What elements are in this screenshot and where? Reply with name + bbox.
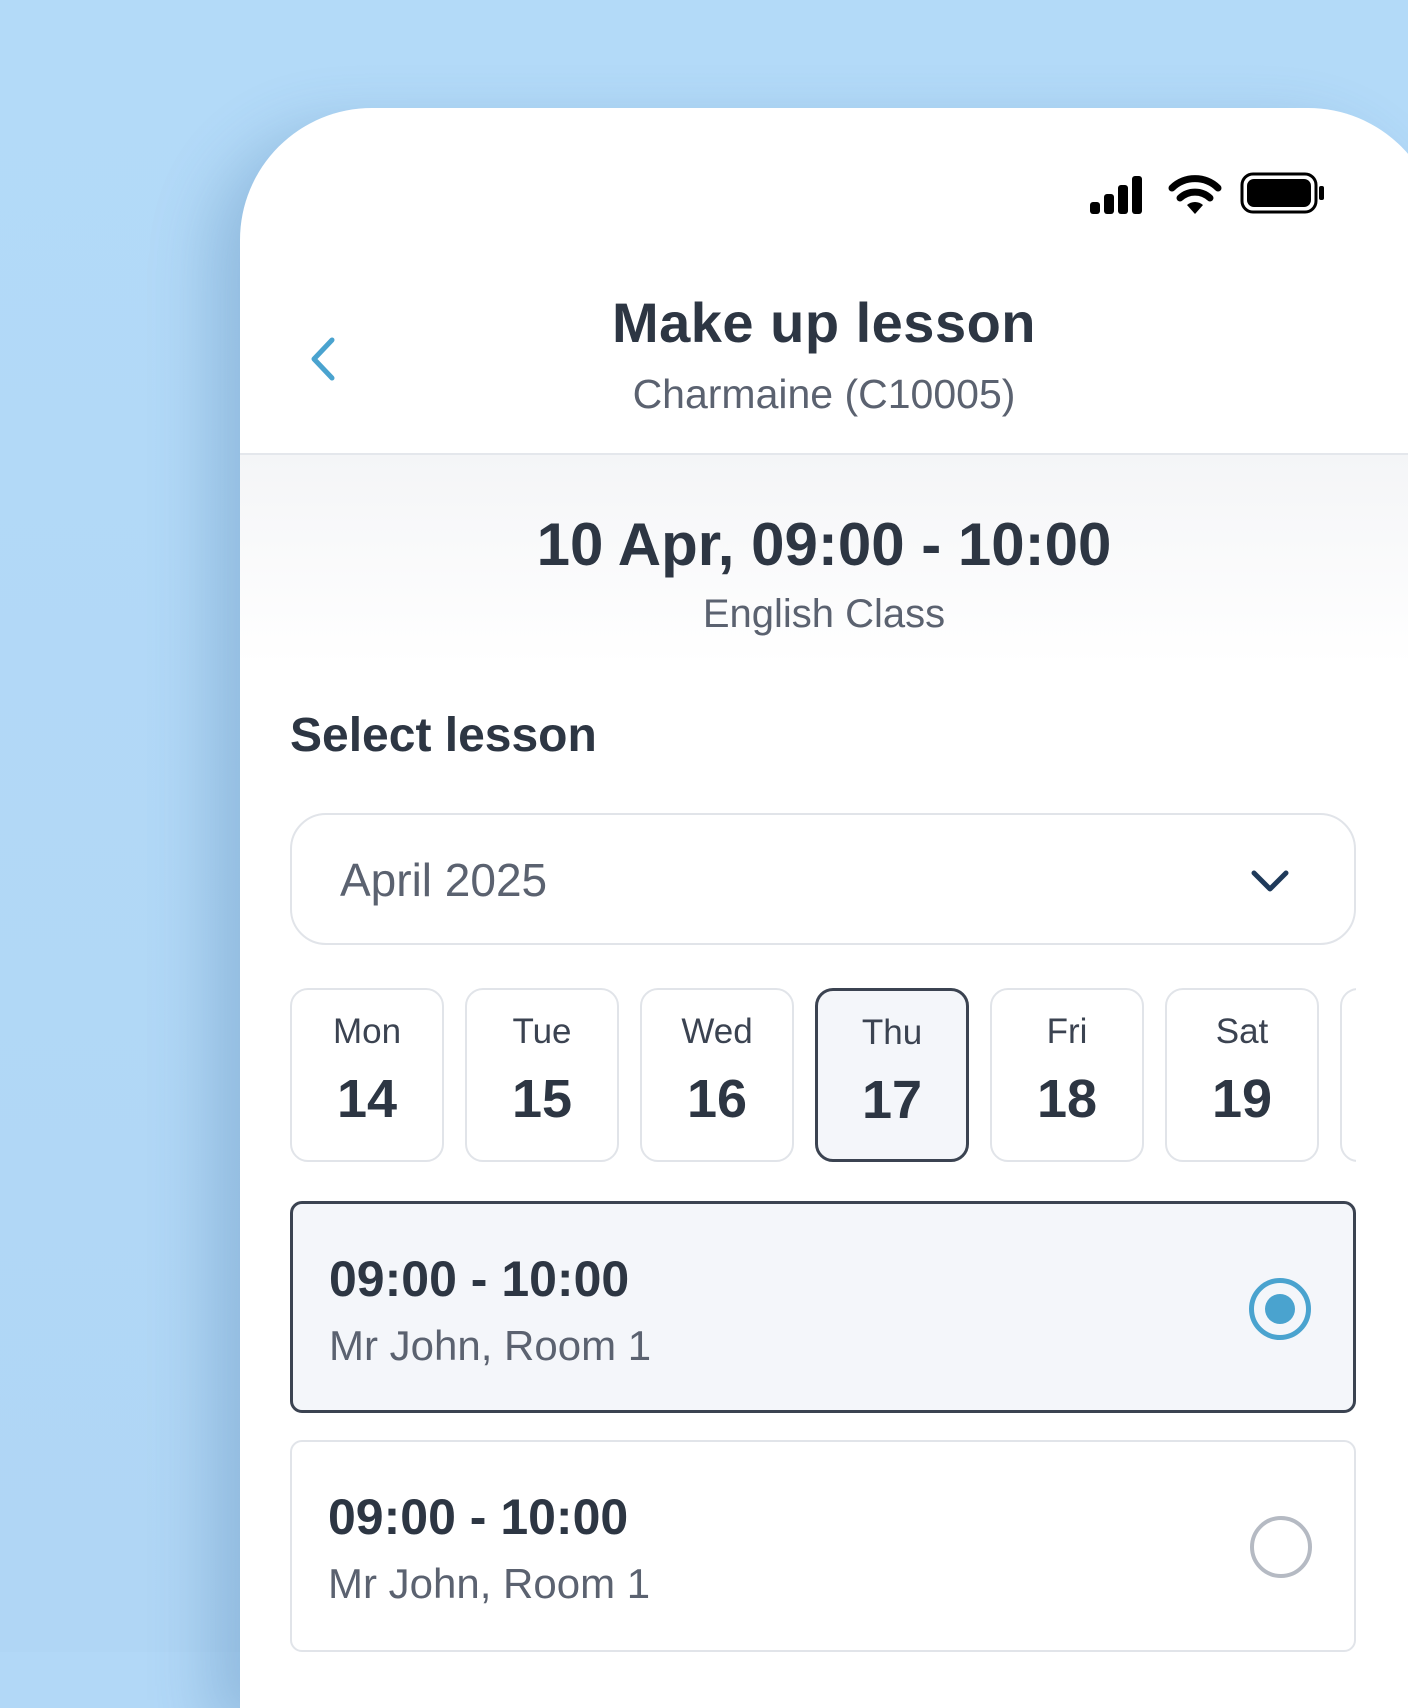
day-item-partial[interactable] [1340,988,1356,1162]
chevron-down-icon [1251,870,1289,892]
day-name: Mon [332,1012,402,1051]
lesson-class: English Class [702,592,946,636]
radio-unselected-icon[interactable] [1250,1516,1312,1578]
day-number: 19 [1211,1069,1273,1129]
section-title: Select lesson [290,709,597,762]
day-number: 18 [1036,1069,1098,1129]
header: Make up lesson Charmaine (C10005) [240,108,1408,455]
page-title: Make up lesson [611,291,1037,354]
day-item-wed[interactable]: Wed 16 [640,988,794,1162]
day-name: Sat [1215,1012,1269,1051]
day-item-mon[interactable]: Mon 14 [290,988,444,1162]
slot-time: 09:00 - 10:00 [329,1251,630,1307]
day-number: 16 [686,1069,748,1129]
lesson-slot-2[interactable]: 09:00 - 10:00 Mr John, Room 1 [290,1440,1356,1652]
slot-room: Mr John, Room 1 [329,1322,652,1369]
day-number: 14 [336,1069,398,1129]
day-number: 17 [861,1070,923,1130]
month-select-value: April 2025 [340,854,548,906]
day-name: Wed [681,1012,753,1051]
day-number: 15 [511,1069,573,1129]
phone-screen: Make up lesson Charmaine (C10005) 10 Apr… [240,108,1408,1708]
day-item-thu[interactable]: Thu 17 [815,988,969,1162]
day-item-sat[interactable]: Sat 19 [1165,988,1319,1162]
day-name: Tue [512,1012,572,1051]
month-select[interactable]: April 2025 [290,813,1356,945]
slot-time: 09:00 - 10:00 [328,1489,629,1545]
day-picker: Mon 14 Tue 15 Wed 16 Thu 17 Fri 18 Sat 1… [290,988,1356,1163]
lesson-time: 10 Apr, 09:00 - 10:00 [536,511,1112,578]
slot-room: Mr John, Room 1 [328,1560,651,1607]
day-name: Fri [1046,1012,1088,1051]
lesson-slot-1[interactable]: 09:00 - 10:00 Mr John, Room 1 [290,1201,1356,1413]
day-item-tue[interactable]: Tue 15 [465,988,619,1162]
page-subtitle: Charmaine (C10005) [632,371,1016,417]
day-item-fri[interactable]: Fri 18 [990,988,1144,1162]
day-name: Thu [861,1013,923,1052]
radio-selected-icon[interactable] [1249,1278,1311,1340]
